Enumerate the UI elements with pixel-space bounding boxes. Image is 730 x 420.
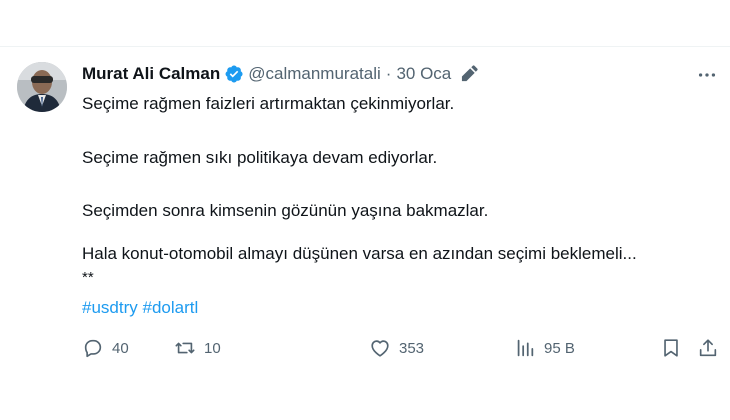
bookmark-button[interactable]: [660, 336, 682, 360]
more-horizontal-icon[interactable]: [694, 65, 720, 85]
separator-dot: ·: [385, 64, 392, 83]
heart-icon: [371, 340, 389, 357]
tweet-date[interactable]: 30 Oca: [396, 64, 451, 84]
edit-pencil-icon[interactable]: [459, 64, 478, 84]
author-handle[interactable]: @calmanmuratali: [248, 64, 381, 84]
tweet-text-line: **: [82, 269, 94, 286]
share-button[interactable]: [697, 336, 719, 360]
tweet-text-line: Seçime rağmen faizleri artırmaktan çekin…: [82, 94, 455, 113]
action-bar: 40 10 353 95 B: [82, 336, 722, 360]
hashtags: #usdtry #dolartl: [82, 296, 198, 320]
retweet-button[interactable]: 10: [174, 336, 221, 360]
avatar-image: [17, 62, 67, 112]
share-icon: [699, 339, 717, 357]
retweet-icon: [175, 342, 195, 354]
retweet-count: 10: [204, 339, 221, 357]
views-button[interactable]: 95 B: [514, 336, 575, 360]
views-count: 95 B: [544, 339, 575, 357]
tweet-text-line: Seçime rağmen sıkı politikaya devam ediy…: [82, 148, 438, 167]
bookmark-icon: [664, 339, 678, 357]
like-button[interactable]: 353: [369, 336, 424, 360]
hashtag-link[interactable]: #usdtry: [82, 298, 138, 317]
author-name[interactable]: Murat Ali Calman: [82, 64, 220, 84]
avatar[interactable]: [17, 62, 67, 112]
like-count: 353: [399, 339, 425, 357]
tweet-header: Murat Ali Calman @calmanmuratali · 30 Oc…: [82, 62, 478, 86]
tweet-text-line: Seçimden sonra kimsenin gözünün yaşına b…: [82, 201, 489, 220]
hashtag-link[interactable]: #dolartl: [142, 298, 198, 317]
reply-count: 40: [112, 339, 129, 357]
reply-button[interactable]: 40: [82, 336, 129, 360]
verified-badge-icon[interactable]: [224, 64, 244, 84]
reply-icon: [84, 339, 102, 358]
tweet-text-line: Hala konut-otomobil almayı düşünen varsa…: [82, 244, 637, 263]
views-bar-icon: [517, 339, 534, 357]
